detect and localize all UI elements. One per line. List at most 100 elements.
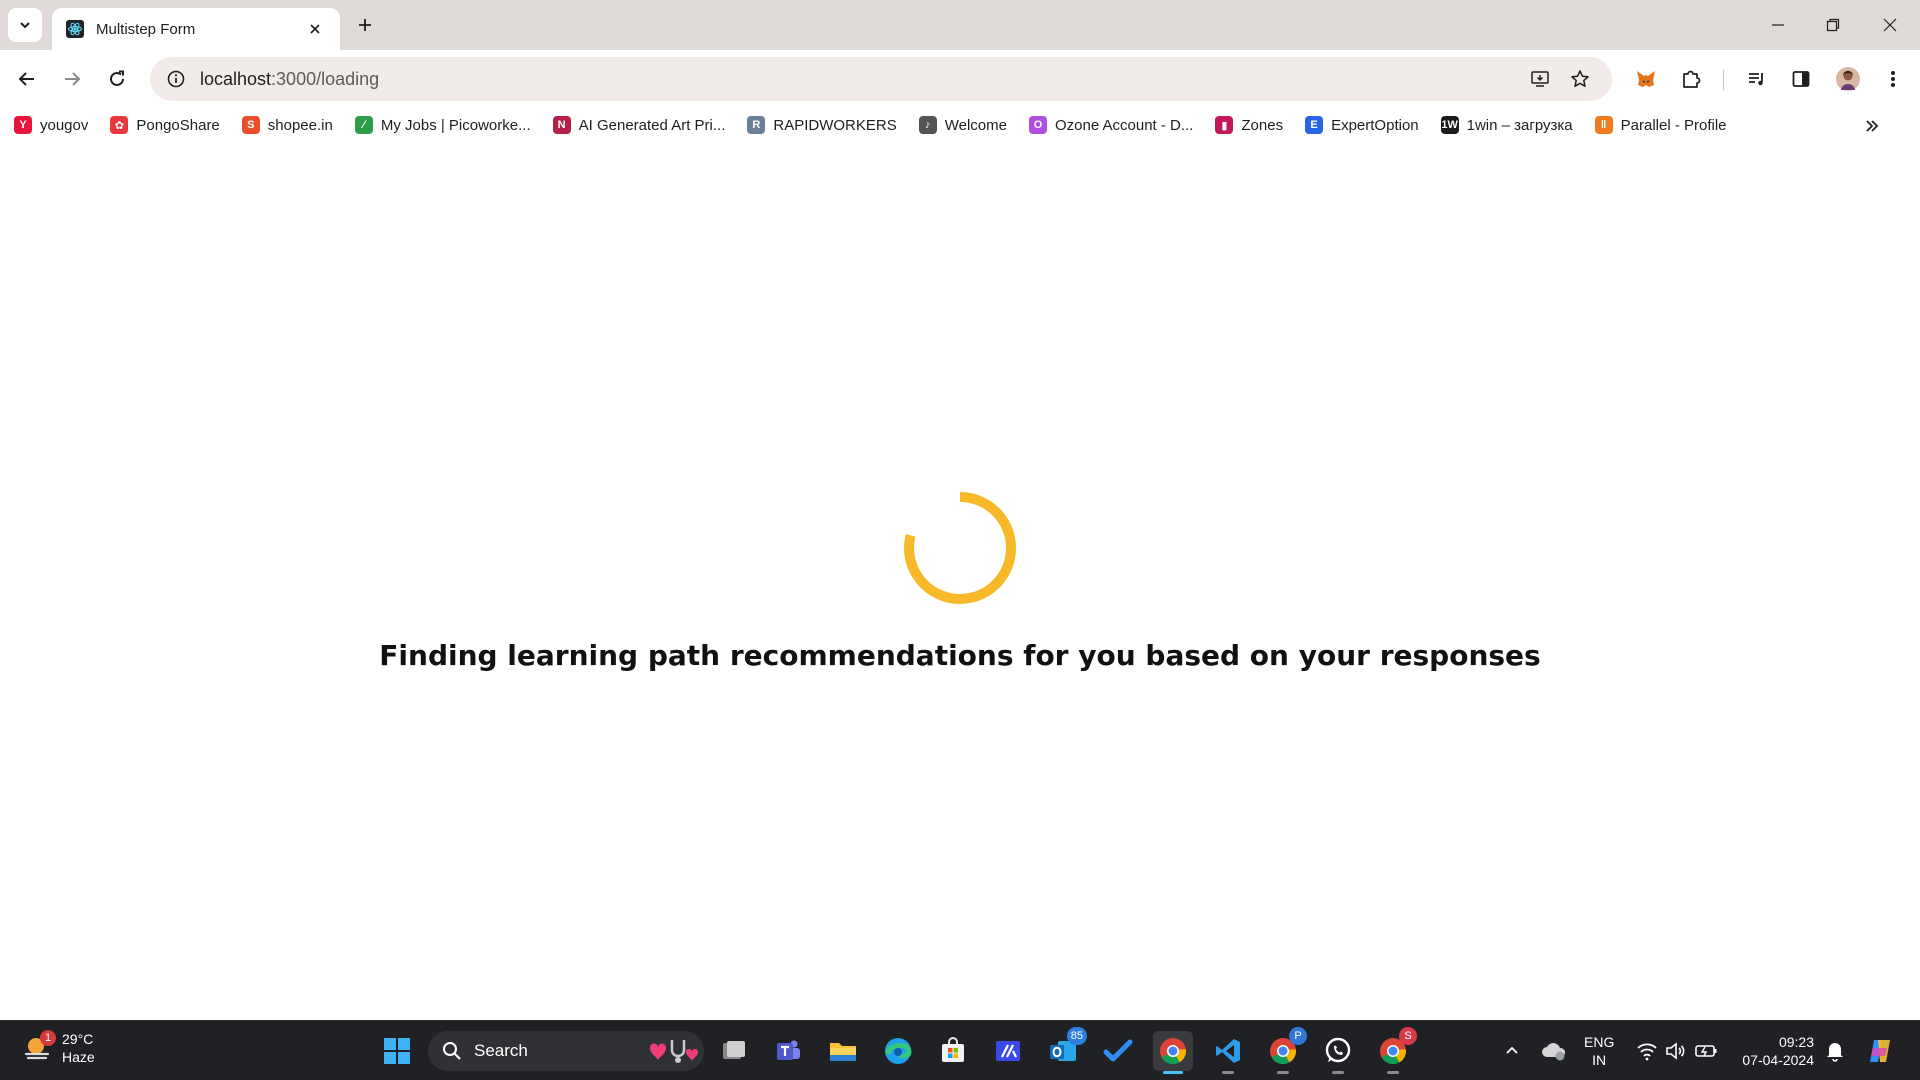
bookmark-favicon-icon: 1W: [1440, 116, 1459, 134]
metamask-extension-icon[interactable]: [1629, 62, 1663, 96]
store-icon: [942, 1037, 964, 1062]
running-indicator: [1277, 1071, 1289, 1074]
bookmark-star-icon[interactable]: [1564, 63, 1596, 95]
teams-button[interactable]: [768, 1031, 808, 1071]
bookmark-item[interactable]: 1W 1win – загрузка: [1440, 116, 1573, 134]
chrome-icon: [1160, 1038, 1186, 1065]
react-favicon-icon: [66, 20, 84, 38]
outlook-button[interactable]: 85: [1043, 1027, 1087, 1071]
bookmark-item[interactable]: ‖ Parallel - Profile: [1594, 116, 1727, 134]
side-panel-icon[interactable]: [1784, 62, 1818, 96]
bookmark-item[interactable]: ∕ My Jobs | Picoworke...: [354, 116, 531, 134]
clock-time: 09:23: [1778, 1034, 1814, 1050]
notifications-button[interactable]: [1815, 1031, 1855, 1071]
speaker-icon: [1666, 1042, 1685, 1060]
bookmark-favicon-icon: E: [1305, 116, 1324, 134]
windows-taskbar: 1 29°C Haze Search 85 P S ENG IN 09:23 0…: [0, 1020, 1920, 1080]
outlook-badge: 85: [1066, 1027, 1087, 1045]
bookmark-item[interactable]: ♪ Welcome: [918, 116, 1007, 134]
whatsapp-icon: [1325, 1037, 1351, 1063]
clock[interactable]: 09:23 07-04-2024: [1734, 1033, 1814, 1069]
vscode-button[interactable]: [1208, 1031, 1248, 1074]
reload-icon: [110, 70, 124, 86]
bookmark-label: shopee.in: [267, 116, 333, 134]
bookmark-favicon-icon: ∕: [354, 116, 373, 134]
chrome-profile-p-button[interactable]: P: [1263, 1027, 1307, 1074]
code-app-button[interactable]: [988, 1031, 1028, 1071]
whatsapp-button[interactable]: [1318, 1031, 1358, 1074]
clock-date: 07-04-2024: [1742, 1052, 1814, 1068]
task-view-button[interactable]: [714, 1031, 754, 1071]
chrome-button[interactable]: [1153, 1031, 1193, 1074]
profile-badge-p: P: [1289, 1027, 1307, 1045]
show-hidden-icons-button[interactable]: [1492, 1031, 1532, 1071]
onedrive-cloud-icon: [1542, 1043, 1566, 1061]
restore-button[interactable]: [1815, 10, 1851, 40]
site-info-icon[interactable]: [164, 67, 188, 91]
bell-icon: [1827, 1043, 1843, 1062]
onedrive-button[interactable]: [1534, 1031, 1574, 1071]
copilot-icon: [1870, 1040, 1890, 1062]
close-tab-button[interactable]: [304, 18, 326, 40]
bookmark-item[interactable]: Yyougov: [14, 116, 88, 134]
todo-button[interactable]: [1098, 1031, 1138, 1071]
bookmark-label: Zones: [1241, 116, 1284, 134]
taskbar-search-box[interactable]: Search: [428, 1031, 704, 1071]
close-window-button[interactable]: [1872, 10, 1908, 40]
reload-button[interactable]: [100, 62, 134, 96]
tab-active[interactable]: Multistep Form: [52, 8, 340, 50]
minimize-icon: [1772, 24, 1784, 26]
chevron-up-icon: [1506, 1046, 1518, 1054]
bookmark-item[interactable]: R RAPIDWORKERS: [747, 116, 897, 134]
chrome-menu-button[interactable]: [1876, 62, 1910, 96]
bookmark-item[interactable]: ▮ Zones: [1215, 116, 1283, 134]
bookmark-item[interactable]: O Ozone Account - D...: [1028, 116, 1193, 134]
extensions-puzzle-icon[interactable]: [1674, 62, 1708, 96]
bookmark-label: AI Generated Art Pri...: [578, 116, 726, 134]
profile-badge-s: S: [1399, 1027, 1417, 1045]
edge-button[interactable]: [878, 1031, 918, 1071]
vscode-icon: [1216, 1039, 1240, 1063]
language-region: IN: [1592, 1052, 1607, 1068]
weather-widget[interactable]: 1 29°C Haze: [22, 1030, 95, 1066]
bookmark-favicon-icon: ✿: [110, 116, 129, 134]
address-bar[interactable]: localhost:3000/loading: [150, 57, 1612, 101]
bookmark-item[interactable]: N AI Generated Art Pri...: [552, 116, 726, 134]
battery-charging-icon: [1695, 1045, 1717, 1057]
bookmark-item[interactable]: Sshopee.in: [241, 116, 333, 134]
folder-icon: [830, 1043, 856, 1061]
language-indicator[interactable]: ENG IN: [1584, 1033, 1614, 1069]
start-button[interactable]: [377, 1031, 417, 1071]
back-button[interactable]: [10, 62, 44, 96]
bookmark-label: 1win – загрузка: [1466, 116, 1573, 134]
forward-button[interactable]: [55, 62, 89, 96]
new-tab-button[interactable]: [352, 12, 378, 38]
file-explorer-button[interactable]: [823, 1031, 863, 1071]
arrow-right-icon: [65, 72, 81, 86]
bookmark-favicon-icon: ♪: [918, 116, 937, 134]
battery-button[interactable]: [1686, 1031, 1726, 1071]
wifi-icon: [1637, 1043, 1657, 1061]
store-button[interactable]: [933, 1031, 973, 1071]
bookmark-favicon-icon: O: [1028, 116, 1047, 134]
search-label: Search: [474, 1041, 528, 1060]
bookmark-label: Parallel - Profile: [1620, 116, 1727, 134]
bookmark-label: yougov: [40, 116, 89, 134]
install-app-icon[interactable]: [1524, 63, 1556, 95]
bookmarks-overflow-button[interactable]: [1860, 114, 1884, 138]
loading-spinner: [904, 492, 1016, 604]
chevron-double-right-icon: [1866, 120, 1879, 132]
profile-avatar[interactable]: [1831, 62, 1865, 96]
copilot-button[interactable]: [1860, 1031, 1900, 1071]
minimize-button[interactable]: [1760, 10, 1796, 40]
bookmark-item[interactable]: ✿ PongoShare: [110, 116, 220, 134]
close-icon: [1883, 18, 1897, 32]
bookmark-item[interactable]: E ExpertOption: [1305, 116, 1419, 134]
sun-haze-icon: 1: [22, 1030, 56, 1064]
running-indicator: [1387, 1071, 1399, 1074]
chrome-profile-s-button[interactable]: S: [1373, 1027, 1417, 1074]
bookmark-label: Welcome: [944, 116, 1007, 134]
url-text: localhost:3000/loading: [200, 69, 1524, 90]
media-control-icon[interactable]: [1740, 62, 1774, 96]
tab-search-button[interactable]: [8, 8, 42, 42]
